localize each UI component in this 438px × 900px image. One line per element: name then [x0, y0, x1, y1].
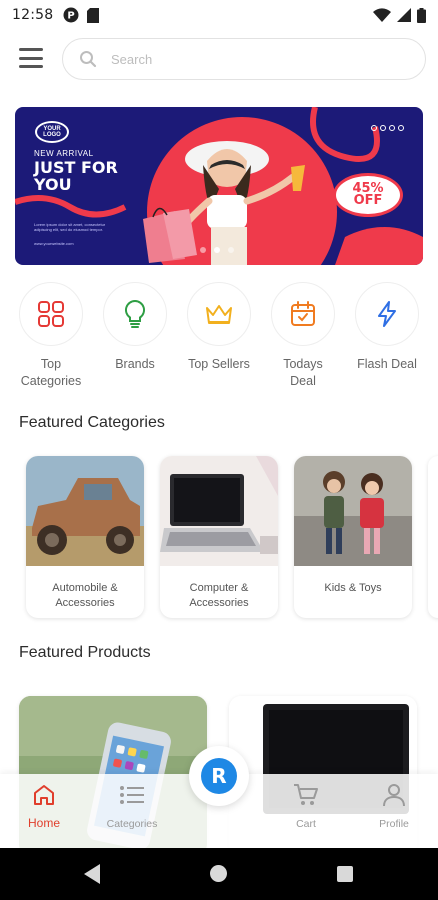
quick-link-label: Todays Deal [283, 357, 323, 388]
back-icon[interactable] [84, 864, 102, 884]
search-input[interactable] [111, 51, 391, 67]
quick-link-brands[interactable]: Brands [102, 282, 168, 373]
category-label: Automobile & Accessories [52, 582, 118, 609]
model-illustration [143, 141, 305, 265]
featured-products-title: Featured Products [19, 644, 151, 661]
quick-link-todays-deal[interactable]: Todays Deal [270, 282, 336, 390]
banner-tag: NEW ARRIVAL [34, 149, 94, 158]
app-notification-icon: P [63, 7, 79, 23]
quick-link-top-sellers[interactable]: Top Sellers [186, 282, 252, 373]
wifi-icon [373, 8, 391, 22]
battery-icon [417, 7, 426, 23]
crown-icon [206, 305, 232, 324]
quick-links: Top Categories Brands Top Sellers Todays… [0, 282, 438, 392]
category-image-computer [160, 456, 278, 566]
system-navigation-bar [0, 848, 438, 900]
category-label: Computer & Accessories [189, 582, 249, 609]
nav-label: Home [27, 816, 60, 830]
nav-categories[interactable]: Categories [92, 780, 172, 830]
quick-link-circle[interactable] [271, 282, 335, 346]
svg-text:P: P [68, 11, 75, 22]
banner-headline: JUST FOR YOU [34, 158, 118, 194]
svg-text:R: R [211, 764, 226, 788]
search-bar[interactable] [62, 38, 426, 80]
grid-icon [38, 301, 64, 327]
featured-categories-title: Featured Categories [19, 414, 165, 431]
home-button-icon[interactable] [210, 865, 227, 882]
category-label: Kids & Toys [324, 582, 382, 594]
category-card-partial[interactable] [428, 456, 438, 618]
top-bar [0, 38, 438, 80]
home-icon [34, 785, 54, 805]
menu-icon[interactable] [19, 48, 43, 68]
banner-small-text: Lorem ipsum dolor sit amet, consectetur … [34, 222, 106, 232]
category-card-automobile[interactable]: Automobile & Accessories [26, 456, 144, 618]
lightning-icon [378, 301, 396, 327]
status-time: 12:58 [12, 7, 54, 23]
floating-logo-button[interactable]: R [189, 746, 249, 806]
carousel-indicator [200, 247, 234, 253]
discount-word: OFF [353, 193, 383, 208]
recents-icon[interactable] [337, 866, 353, 882]
nav-label: Categories [106, 818, 158, 830]
carousel-dot[interactable] [200, 247, 206, 253]
quick-link-flash-deal[interactable]: Flash Deal [354, 282, 420, 373]
category-card-computer[interactable]: Computer & Accessories [160, 456, 278, 618]
discount-badge: 45% OFF [333, 173, 403, 217]
banner-dots-decor [371, 125, 404, 131]
calendar-icon [291, 301, 315, 326]
quick-link-circle[interactable] [187, 282, 251, 346]
quick-link-label: Brands [115, 357, 155, 371]
category-image-kids [294, 456, 412, 566]
signal-icon [397, 8, 411, 22]
brand-logo-icon: R [201, 758, 237, 794]
nav-home[interactable]: Home [4, 780, 84, 830]
quick-link-label: Top Categories [20, 357, 82, 388]
quick-link-label: Flash Deal [357, 357, 417, 371]
nav-profile[interactable]: Profile [354, 780, 434, 830]
cart-icon [294, 784, 318, 805]
promo-banner[interactable]: YOUR LOGO NEW ARRIVAL JUST FOR YOU Lorem… [15, 107, 423, 265]
quick-link-label: Top Sellers [188, 357, 250, 371]
profile-icon [383, 784, 405, 807]
quick-link-circle[interactable] [355, 282, 419, 346]
banner-logo: YOUR LOGO [35, 121, 69, 143]
sim-card-icon [87, 7, 100, 23]
banner-website: www.yourwebsite.com [34, 241, 74, 246]
featured-categories-list: Automobile & Accessories Computer & Acce… [0, 456, 438, 620]
nav-label: Cart [296, 818, 316, 830]
carousel-dot[interactable] [228, 247, 234, 253]
nav-cart[interactable]: Cart [266, 780, 346, 830]
quick-link-top-categories[interactable]: Top Categories [18, 282, 84, 390]
status-bar: 12:58 P [0, 0, 438, 30]
lightbulb-icon [124, 299, 146, 328]
search-icon [80, 51, 97, 68]
carousel-dot-active[interactable] [214, 247, 220, 253]
nav-label: Profile [379, 818, 409, 830]
quick-link-circle[interactable] [19, 282, 83, 346]
list-icon [120, 786, 144, 804]
quick-link-circle[interactable] [103, 282, 167, 346]
category-image-automobile [26, 456, 144, 566]
category-card-kids[interactable]: Kids & Toys [294, 456, 412, 618]
